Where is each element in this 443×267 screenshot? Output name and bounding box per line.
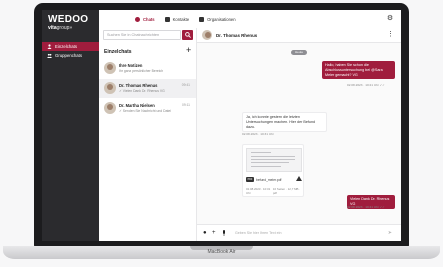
app-screen: WEDOO vitagroup» Einzelchats Gruppenchat… [42,10,401,241]
message-composer: ● + Geben Sie hier Ihren Text ein ➤ [197,224,401,241]
logo-main: WEDOO [48,14,89,25]
message-meta: 02.08.2023 · 10:21 Uhr ✓✓ [347,83,385,87]
tab-organisationen[interactable]: Organisationen [199,16,236,22]
conversation-contact-name: Dr. Thomas Rhenus [216,33,258,38]
message-input[interactable]: Geben Sie hier Ihren Text ein [235,231,281,235]
chat-list-item-nielsen[interactable]: Dr. Martha Nielsen 09:11 ✓ Senden Sie Na… [99,99,196,118]
message-meta: 02.08.2023 · 10:41 Uhr ✓✓ [347,205,385,209]
logo-arrows: » [69,25,73,31]
tab-label: Kontakte [172,16,190,22]
sidebar-item-gruppenchats[interactable]: Gruppenchats [42,51,99,60]
add-attachment-icon[interactable]: + [212,230,216,236]
chat-item-preview: ✓ Vielen Dank Dr. Rhenus VG [119,89,165,93]
search-input[interactable]: Suchen Sie in Chatnachrichten [103,30,181,40]
day-divider: Heute [291,50,307,55]
contacts-icon [164,16,170,22]
organisation-icon [199,16,205,22]
attachment-meta-right: 10 Seiten · 12,7 MB · pdf [272,187,301,195]
chat-item-name: Dr. Thomas Rhenus [119,83,158,88]
more-options-icon[interactable]: ⋮ [387,31,394,39]
avatar [104,82,116,94]
conversation-header: Dr. Thomas Rhenus ⋮ [197,28,401,43]
document-preview [246,148,302,172]
microphone-icon[interactable] [222,230,226,238]
tab-chats[interactable]: Chats [135,16,155,22]
logo-sub-a: vita [48,25,57,31]
attachment-file-row: PDF befund_meier.pdf [246,176,302,183]
sidebar-item-einzelchats[interactable]: Einzelchats [42,42,99,51]
attachment-card[interactable]: PDF befund_meier.pdf 02.08.2023 · 10:31 … [242,144,304,197]
sidebar-item-label: Gruppenchats [55,53,82,58]
attachment-meta: 02.08.2023 · 10:31 Uhr 10 Seiten · 12,7 … [246,187,302,195]
chat-list-item-rhenus[interactable]: Dr. Thomas Rhenus 09:41 ✓ Vielen Dank Dr… [99,79,196,98]
message-text: Ja, ich konnte gestern die letzten Unter… [246,115,316,129]
conversation-panel: Dr. Thomas Rhenus ⋮ Heute Hallo, haben S… [197,28,401,241]
chat-list-title: Einzelchats [104,49,132,55]
avatar [104,102,116,114]
device-model-label: MacBook Air [207,249,236,255]
sidebar-item-label: Einzelchats [55,44,77,49]
chat-item-time: 09:41 [181,83,190,87]
tab-label: Organisationen [207,16,236,22]
chat-list-item-notes[interactable]: Ihre Notizen Ihr ganz persönlicher Berei… [99,59,196,78]
search-icon [184,32,191,38]
logo-sub-b: group [56,25,70,31]
download-icon[interactable] [296,176,302,181]
message-bubble-incoming: Ja, ich konnte gestern die letzten Unter… [242,112,327,133]
avatar [202,30,212,40]
emoji-icon[interactable]: ● [203,230,207,236]
send-icon[interactable]: ➤ [388,230,392,236]
new-chat-button[interactable]: + [186,45,191,55]
message-meta: 02.08.2023 · 10:31 Uhr [242,132,274,136]
message-text: Hallo, haben Sie schon die Abschlussunte… [325,63,383,77]
chat-item-name: Dr. Martha Nielsen [119,103,155,108]
avatar [104,62,116,74]
chat-item-time: 09:11 [181,103,190,107]
message-bubble-outgoing: Hallo, haben Sie schon die Abschlussunte… [322,61,395,80]
top-navigation: Chats Kontakte Organisationen ⚙ [99,10,401,28]
attachment-meta-left: 02.08.2023 · 10:31 Uhr [246,187,271,195]
product-mockup: WEDOO vitagroup» Einzelchats Gruppenchat… [0,0,443,267]
sidebar: WEDOO vitagroup» Einzelchats Gruppenchat… [42,10,99,241]
tab-kontakte[interactable]: Kontakte [164,16,190,22]
user-icon [47,44,52,49]
gear-icon[interactable]: ⚙ [386,15,394,23]
pdf-file-icon: PDF [246,177,254,182]
chat-item-name: Ihre Notizen [119,63,143,68]
attachment-file-name: befund_meier.pdf [256,177,282,182]
search-button[interactable] [182,30,193,40]
chat-list-panel: Suchen Sie in Chatnachrichten Einzelchat… [99,28,197,241]
chat-item-preview: ✓ Senden Sie Nachricht und Datei [119,109,172,113]
chat-icon [135,16,140,22]
tab-label: Chats [143,16,155,22]
chat-item-preview: Ihr ganz persönlicher Bereich [119,69,164,73]
group-icon [47,53,52,58]
wedoo-logo: WEDOO vitagroup» [48,14,98,31]
logo-sub: vitagroup» [48,25,98,31]
